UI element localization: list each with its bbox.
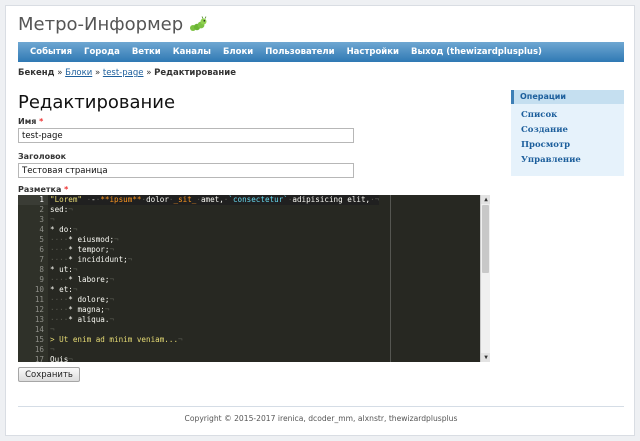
line-number: 17 bbox=[34, 355, 44, 362]
line-number: 6 bbox=[39, 245, 44, 254]
operation-create-link[interactable]: Создание bbox=[521, 125, 568, 135]
title-label: Заголовок bbox=[18, 152, 66, 161]
breadcrumb-root: Бекенд bbox=[18, 68, 55, 78]
code-line[interactable]: ····* magna;¬ bbox=[50, 305, 379, 315]
site-logo[interactable]: Метро-Информер bbox=[18, 14, 207, 35]
line-number: 15 bbox=[34, 335, 44, 344]
code-line[interactable]: ¬ bbox=[50, 215, 379, 225]
main-menu: События Города Ветки Каналы Блоки Пользо… bbox=[18, 42, 624, 62]
breadcrumb: Бекенд » Блоки » test-page » Редактирова… bbox=[18, 68, 236, 78]
title-input[interactable] bbox=[18, 163, 354, 178]
line-number: 2 bbox=[39, 205, 44, 214]
line-number: 7 bbox=[39, 255, 44, 264]
save-button[interactable]: Сохранить bbox=[18, 367, 80, 382]
line-number: 5 bbox=[39, 235, 44, 244]
line-number: 1 bbox=[18, 195, 48, 205]
page-title: Редактирование bbox=[18, 92, 176, 113]
editor-scrollbar[interactable]: ▲ ▼ bbox=[480, 195, 490, 362]
code-line[interactable]: sed:¬ bbox=[50, 205, 379, 215]
footer-divider bbox=[18, 406, 624, 407]
line-number: 3 bbox=[39, 215, 44, 224]
print-margin bbox=[390, 195, 391, 362]
menu-item-lines[interactable]: Ветки bbox=[126, 47, 167, 57]
breadcrumb-current: Редактирование bbox=[154, 68, 236, 78]
required-mark: * bbox=[64, 185, 69, 194]
breadcrumb-page-link[interactable]: test-page bbox=[103, 68, 144, 78]
page: Метро-Информер События Города Ветки Кана… bbox=[5, 5, 635, 436]
markup-label: Разметка * bbox=[18, 185, 68, 194]
code-line[interactable]: "Lorem" ·-·**ipsum**·dolor·_sit_·amet,·`… bbox=[50, 195, 380, 205]
line-number: 12 bbox=[34, 305, 44, 314]
markup-label-text: Разметка bbox=[18, 185, 62, 194]
line-number: 11 bbox=[34, 295, 44, 304]
operation-manage-link[interactable]: Управление bbox=[521, 155, 581, 165]
editor-code[interactable]: "Lorem" ·-·**ipsum**·dolor·_sit_·amet,·`… bbox=[50, 195, 380, 362]
editor-gutter: 1 2 3 4 5 6 7 8 9 10 11 12 13 14 15 16 1… bbox=[18, 195, 48, 362]
menu-item-events[interactable]: События bbox=[24, 47, 78, 57]
code-line[interactable]: ····* incididunt;¬ bbox=[50, 255, 379, 265]
scroll-thumb[interactable] bbox=[482, 205, 489, 273]
menu-item-users[interactable]: Пользователи bbox=[259, 47, 340, 57]
code-line[interactable]: Quis¬ bbox=[50, 355, 379, 362]
scroll-down-icon[interactable]: ▼ bbox=[481, 353, 490, 362]
menu-item-logout[interactable]: Выход (thewizardplusplus) bbox=[405, 47, 548, 57]
code-line[interactable]: ¬ bbox=[50, 325, 379, 335]
footer-copyright: Copyright © 2015-2017 irenica, dcoder_mm… bbox=[184, 414, 458, 423]
line-number: 13 bbox=[34, 315, 44, 324]
breadcrumb-separator: » bbox=[146, 68, 152, 78]
line-number: 9 bbox=[39, 275, 44, 284]
code-line[interactable]: > Ut enim ad minim veniam...¬ bbox=[50, 335, 379, 345]
menu-item-settings[interactable]: Настройки bbox=[341, 47, 405, 57]
code-line[interactable]: * do:¬ bbox=[50, 225, 379, 235]
breadcrumb-blocks-link[interactable]: Блоки bbox=[65, 68, 92, 78]
menu-item-blocks[interactable]: Блоки bbox=[217, 47, 259, 57]
code-line[interactable]: ¬ bbox=[50, 345, 379, 355]
required-mark: * bbox=[39, 117, 44, 126]
name-label: Имя * bbox=[18, 117, 43, 126]
site-title: Метро-Информер bbox=[18, 14, 184, 35]
menu-item-cities[interactable]: Города bbox=[78, 47, 126, 57]
line-number: 16 bbox=[34, 345, 44, 354]
markup-editor[interactable]: 1 2 3 4 5 6 7 8 9 10 11 12 13 14 15 16 1… bbox=[18, 195, 490, 362]
code-line[interactable]: * et:¬ bbox=[50, 285, 379, 295]
line-number: 14 bbox=[34, 325, 44, 334]
code-line[interactable]: ····* dolore;¬ bbox=[50, 295, 379, 305]
operations-panel: Операции Список Создание Просмотр Управл… bbox=[511, 90, 624, 176]
title-label-text: Заголовок bbox=[18, 152, 67, 161]
line-number: 8 bbox=[39, 265, 44, 274]
breadcrumb-separator: » bbox=[94, 68, 101, 78]
line-number: 4 bbox=[39, 225, 44, 234]
code-line[interactable]: ····* aliqua.¬ bbox=[50, 315, 379, 325]
breadcrumb-separator: » bbox=[57, 68, 63, 78]
scroll-up-icon[interactable]: ▲ bbox=[481, 195, 490, 204]
code-line[interactable]: ····* tempor;¬ bbox=[50, 245, 379, 255]
operations-title: Операции bbox=[511, 90, 624, 104]
code-line[interactable]: ····* eiusmod;¬ bbox=[50, 235, 379, 245]
code-line[interactable]: * ut:¬ bbox=[50, 265, 379, 275]
operation-list-link[interactable]: Список bbox=[521, 110, 557, 120]
menu-item-channels[interactable]: Каналы bbox=[167, 47, 217, 57]
name-label-text: Имя bbox=[18, 117, 37, 126]
green-caterpillar-icon bbox=[190, 15, 207, 31]
code-line[interactable]: ····* labore;¬ bbox=[50, 275, 379, 285]
name-input[interactable] bbox=[18, 128, 354, 143]
operation-view-link[interactable]: Просмотр bbox=[521, 140, 570, 150]
line-number: 10 bbox=[34, 285, 44, 294]
